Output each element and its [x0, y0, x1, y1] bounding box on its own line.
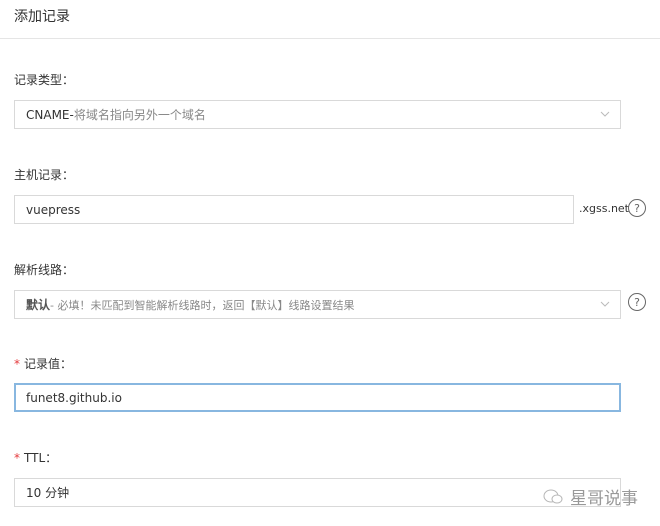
- chevron-down-icon: [600, 111, 610, 117]
- record-value-label: 记录值：: [24, 357, 73, 371]
- dialog-title: 添加记录: [14, 9, 70, 25]
- record-value: funet8.github.io: [26, 390, 122, 405]
- record-type-hint: 将域名指向另外一个域名: [73, 108, 206, 122]
- line-select[interactable]: 默认 - 必填！未匹配到智能解析线路时，返回【默认】线路设置结果: [14, 290, 621, 319]
- required-mark: *: [14, 357, 20, 371]
- chevron-down-icon: [600, 301, 610, 307]
- ttl-label: TTL：: [24, 451, 58, 465]
- help-icon[interactable]: ?: [628, 293, 646, 311]
- domain-suffix: .xgss.net: [579, 202, 629, 215]
- record-type-label: 记录类型：: [14, 73, 75, 87]
- host-input[interactable]: vuepress: [14, 195, 574, 224]
- record-type-select[interactable]: CNAME- 将域名指向另外一个域名: [14, 100, 621, 129]
- help-icon[interactable]: ?: [628, 199, 646, 217]
- host-value: vuepress: [26, 202, 81, 217]
- record-type-value: CNAME-: [26, 107, 74, 122]
- required-mark: *: [14, 451, 20, 465]
- host-label: 主机记录：: [14, 168, 75, 182]
- line-hint: - 必填！未匹配到智能解析线路时，返回【默认】线路设置结果: [50, 298, 355, 312]
- ttl-value: 10 分钟: [26, 486, 70, 500]
- wechat-icon: [543, 489, 563, 503]
- watermark: 星哥说事: [542, 484, 638, 509]
- ttl-select[interactable]: 10 分钟: [14, 478, 621, 507]
- divider: [0, 38, 660, 39]
- line-value: 默认: [26, 298, 51, 312]
- line-label: 解析线路：: [14, 263, 75, 277]
- record-value-input[interactable]: funet8.github.io: [14, 383, 621, 412]
- watermark-text: 星哥说事: [570, 489, 638, 509]
